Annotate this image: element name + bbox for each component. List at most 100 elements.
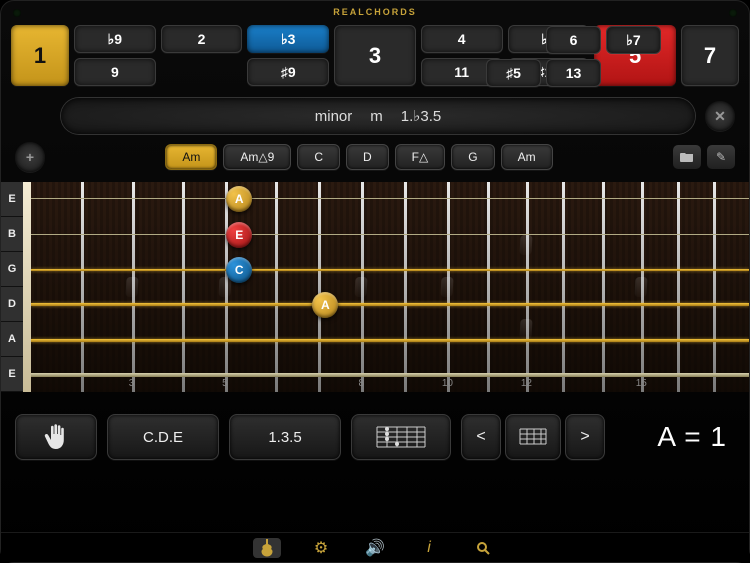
gear-icon: ⚙	[314, 538, 328, 558]
fretted-note[interactable]: E	[226, 222, 252, 248]
fret-wire	[182, 182, 185, 392]
string-labels: E B G D A E	[1, 182, 23, 392]
chord-chip-4[interactable]: F△	[395, 144, 446, 170]
app-window: REALCHORDS 1 ♭9 2 ♭3 3 4 ♭5 5 7 9 ♯9 11 …	[0, 0, 750, 563]
string-label-0: E	[1, 182, 23, 217]
fretted-note[interactable]: C	[226, 257, 252, 283]
tab-instrument[interactable]	[253, 538, 281, 558]
chord-chip-6[interactable]: Am	[501, 144, 553, 170]
degree-6[interactable]: 6	[546, 26, 601, 54]
degree-flat9[interactable]: ♭9	[74, 25, 156, 53]
string-label-2: G	[1, 252, 23, 287]
fret-numbers: 358101215	[31, 378, 749, 394]
string-5[interactable]	[31, 373, 749, 377]
chord-chip-2[interactable]: C	[297, 144, 340, 170]
fret-number: 12	[521, 378, 532, 389]
string-0[interactable]	[31, 198, 749, 199]
string-4[interactable]	[31, 339, 749, 342]
nut	[23, 182, 31, 392]
fret-wire	[275, 182, 278, 392]
chord-chip-0[interactable]: Am	[165, 144, 217, 170]
led-right	[729, 9, 737, 17]
hand-mode-button[interactable]	[15, 414, 97, 460]
search-icon	[476, 541, 490, 555]
close-button[interactable]: ✕	[705, 101, 735, 131]
degree-1[interactable]: 1	[11, 25, 69, 86]
tab-bar: ⚙ 🔊 i	[1, 532, 749, 562]
tab-info[interactable]: i	[415, 538, 443, 558]
tab-sound[interactable]: 🔊	[361, 538, 389, 558]
guitar-icon	[260, 539, 274, 557]
board: AECA	[31, 182, 749, 392]
hand-icon	[43, 423, 69, 451]
fret-number: 3	[129, 378, 135, 389]
mini-grid-icon	[518, 427, 548, 447]
pencil-icon: ✎	[716, 150, 726, 164]
fret-marker	[520, 319, 533, 339]
fret-marker	[218, 277, 231, 297]
formula-name: minor	[315, 108, 353, 125]
chord-chip-3[interactable]: D	[346, 144, 389, 170]
voicing-grid-button[interactable]	[505, 414, 561, 460]
add-button[interactable]: +	[15, 142, 45, 172]
voicing-nav: < >	[461, 414, 605, 460]
degree-7[interactable]: 7	[681, 25, 739, 86]
degree-names-button[interactable]: 1.3.5	[229, 414, 341, 460]
prev-voicing-button[interactable]: <	[461, 414, 501, 460]
string-2[interactable]	[31, 269, 749, 271]
next-voicing-button[interactable]: >	[565, 414, 605, 460]
speaker-icon: 🔊	[365, 538, 385, 558]
fretted-note[interactable]: A	[312, 292, 338, 318]
plus-icon: +	[26, 149, 34, 165]
fret-number: 15	[636, 378, 647, 389]
fret-marker	[355, 277, 368, 297]
degree-2[interactable]: 2	[161, 25, 243, 53]
string-label-1: B	[1, 217, 23, 252]
fret-wire	[81, 182, 84, 392]
chord-chip-1[interactable]: Am△9	[223, 144, 291, 170]
chord-chip-row: + Am Am△9 C D F△ G Am ✎	[1, 138, 749, 182]
fretboard[interactable]: E B G D A E AECA 358101215	[1, 182, 749, 392]
tab-search[interactable]	[469, 538, 497, 558]
string-1[interactable]	[31, 234, 749, 236]
degree-flat7[interactable]: ♭7	[606, 26, 661, 54]
fret-marker	[520, 235, 533, 255]
string-label-4: A	[1, 322, 23, 357]
folder-button[interactable]	[673, 145, 701, 169]
edit-button[interactable]: ✎	[707, 145, 735, 169]
string-label-3: D	[1, 287, 23, 322]
degree-flat3[interactable]: ♭3	[247, 25, 329, 53]
fret-wire	[713, 182, 716, 392]
chord-chips: Am Am△9 C D F△ G Am	[51, 144, 667, 170]
note-names-button[interactable]: C.D.E	[107, 414, 219, 460]
degree-9[interactable]: 9	[74, 58, 156, 86]
root-equation: A = 1	[657, 421, 735, 453]
fret-wire	[602, 182, 605, 392]
fret-marker	[635, 277, 648, 297]
degree-3[interactable]: 3	[334, 25, 416, 86]
led-left	[13, 9, 21, 17]
degree-13[interactable]: 13	[546, 59, 601, 87]
string-3[interactable]	[31, 303, 749, 306]
degree-sharp9[interactable]: ♯9	[247, 58, 329, 86]
fret-wire	[318, 182, 321, 392]
fret-marker	[441, 277, 454, 297]
formula-symbol: m	[370, 108, 383, 125]
tab-settings[interactable]: ⚙	[307, 538, 335, 558]
fret-marker	[125, 277, 138, 297]
chord-chip-5[interactable]: G	[451, 144, 494, 170]
chord-diagram-button[interactable]	[351, 414, 451, 460]
fret-number: 8	[358, 378, 364, 389]
fret-number: 5	[222, 378, 228, 389]
bottom-toolbar: C.D.E 1.3.5 < > A	[1, 392, 749, 460]
formula-display[interactable]: minor m 1.♭3.5	[61, 98, 695, 134]
string-label-5: E	[1, 357, 23, 392]
fret-wire	[677, 182, 680, 392]
degree-sharp5[interactable]: ♯5	[486, 59, 541, 87]
fretted-note[interactable]: A	[226, 186, 252, 212]
degree-4[interactable]: 4	[421, 25, 503, 53]
formula-degrees: 1.♭3.5	[401, 107, 441, 125]
app-title: REALCHORDS	[1, 1, 749, 17]
fret-wire	[526, 182, 529, 392]
fret-wire	[404, 182, 407, 392]
